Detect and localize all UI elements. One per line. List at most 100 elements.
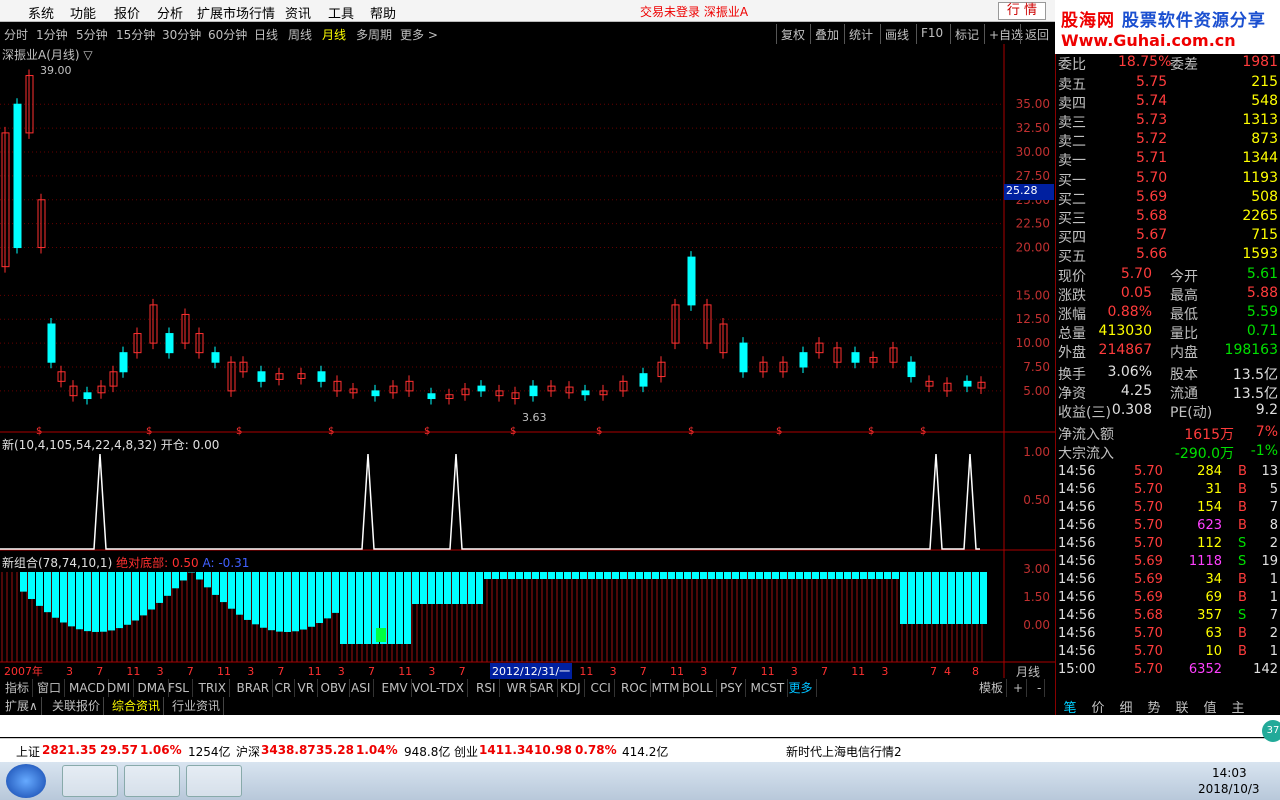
period-month[interactable]: 月线 bbox=[322, 26, 346, 43]
period-day[interactable]: 日线 bbox=[254, 26, 278, 43]
indicator-tab[interactable]: VOL-TDX bbox=[409, 679, 468, 697]
indicator-tab[interactable]: CCI bbox=[588, 679, 615, 697]
ind2-cyanbar bbox=[116, 572, 123, 629]
ind2-cyanbar bbox=[748, 572, 755, 579]
sh-name: 上证 bbox=[16, 745, 41, 759]
tick-time: 14:56 bbox=[1058, 536, 1096, 551]
indicator-tab[interactable]: FSL bbox=[165, 679, 193, 697]
menu-news[interactable]: 资讯 bbox=[285, 3, 311, 22]
indicator-tab[interactable]: KDJ bbox=[557, 679, 585, 697]
menu-system[interactable]: 系统 bbox=[28, 3, 54, 22]
price-tick: 15.00 bbox=[1016, 288, 1050, 302]
ind2-cyanbar bbox=[164, 572, 171, 596]
indicator-tab[interactable]: BOLL bbox=[679, 679, 717, 697]
stat2-value: 0.308 bbox=[1111, 402, 1152, 418]
period-week[interactable]: 周线 bbox=[288, 26, 312, 43]
menu-analysis[interactable]: 分析 bbox=[157, 3, 183, 22]
menu-function[interactable]: 功能 bbox=[70, 3, 96, 22]
indicator-tab[interactable]: OBV bbox=[318, 679, 351, 697]
notify-badge[interactable]: 37 bbox=[1262, 720, 1280, 742]
stat-value2: 0.71 bbox=[1246, 323, 1278, 339]
menu-quote[interactable]: 报价 bbox=[114, 3, 140, 22]
dividend-mark: $ bbox=[688, 426, 694, 437]
ind2-cyanbar bbox=[708, 572, 715, 579]
quote-tab[interactable]: 主 bbox=[1224, 697, 1252, 716]
btn-back[interactable]: 返回 bbox=[1020, 24, 1053, 44]
ind2-cyanbar bbox=[964, 572, 971, 624]
dividend-mark: $ bbox=[920, 426, 926, 437]
info-tab[interactable]: 行业资讯 bbox=[169, 697, 225, 715]
indicator-tab[interactable]: 窗口 bbox=[34, 679, 66, 697]
indicator-tab[interactable]: 指标 bbox=[2, 679, 34, 697]
tick-row: 14:56 5.70 154 B 7 bbox=[1058, 500, 1278, 519]
ind2-cyanbar bbox=[364, 572, 371, 644]
paint-icon[interactable] bbox=[186, 765, 242, 797]
indicator-tab[interactable]: ASI bbox=[348, 679, 375, 697]
tick-count: 7 bbox=[1269, 608, 1278, 623]
period-more[interactable]: 更多 > bbox=[400, 26, 438, 43]
ind2-cyanbar bbox=[44, 572, 51, 613]
template-tab[interactable]: - bbox=[1034, 679, 1046, 697]
period-15min[interactable]: 15分钟 bbox=[116, 26, 155, 43]
start-icon[interactable] bbox=[6, 764, 46, 798]
ind2-cyanbar bbox=[356, 572, 363, 644]
indicator-tab[interactable]: TRIX bbox=[196, 679, 230, 697]
btn-f10[interactable]: F10 bbox=[916, 24, 947, 44]
info-tab[interactable]: 综合资讯 bbox=[109, 697, 165, 715]
kline-chart[interactable]: 35.0032.5030.0027.5025.0022.5020.0015.00… bbox=[0, 44, 1055, 678]
indicator-tab[interactable]: PSY bbox=[717, 679, 747, 697]
quote-tab[interactable]: 值 bbox=[1196, 697, 1224, 716]
indicator-tab[interactable]: EMV bbox=[379, 679, 412, 697]
period-30min[interactable]: 30分钟 bbox=[162, 26, 201, 43]
info-tab[interactable]: 扩展∧ bbox=[2, 697, 42, 715]
indicator-tab[interactable]: MACD bbox=[66, 679, 109, 697]
indicator-tab[interactable]: BRAR bbox=[234, 679, 274, 697]
template-tab[interactable]: + bbox=[1010, 679, 1028, 697]
ind2-cyanbar bbox=[884, 572, 891, 579]
menu-ext-market[interactable]: 扩展市场行情 bbox=[197, 3, 275, 22]
indicator-tab[interactable]: RSI bbox=[473, 679, 500, 697]
sz-chg: 35.28 bbox=[316, 743, 354, 757]
btn-fuquan[interactable]: 复权 bbox=[776, 24, 809, 44]
stat-value2: 198163 bbox=[1224, 342, 1278, 358]
ind2-cyanbar bbox=[956, 572, 963, 624]
indicator-tab[interactable]: VR bbox=[295, 679, 319, 697]
ind2-cyanbar bbox=[844, 572, 851, 579]
period-5min[interactable]: 5分钟 bbox=[76, 26, 108, 43]
info-tab[interactable]: 关联报价 bbox=[49, 697, 105, 715]
quote-tab[interactable]: 价 bbox=[1084, 697, 1112, 716]
indicator-tab[interactable]: 更多 bbox=[786, 679, 817, 697]
bid-3-vol: 2265 bbox=[1242, 208, 1278, 224]
btn-biaoji[interactable]: 标记 bbox=[950, 24, 983, 44]
period-multi[interactable]: 多周期 bbox=[356, 26, 392, 43]
btn-diejia[interactable]: 叠加 bbox=[810, 24, 843, 44]
ind2-cyanbar bbox=[396, 572, 403, 644]
indicator-tab[interactable]: ROC bbox=[618, 679, 652, 697]
template-tab[interactable]: 模板 bbox=[976, 679, 1008, 697]
tick-vol: 154 bbox=[1197, 500, 1222, 515]
indicator-tab[interactable]: SAR bbox=[527, 679, 558, 697]
quote-tab[interactable]: 笔 bbox=[1056, 697, 1084, 716]
menu-tools[interactable]: 工具 bbox=[328, 3, 354, 22]
ask-5-label: 卖五 bbox=[1058, 77, 1086, 93]
indicator-tab[interactable]: DMI bbox=[104, 679, 135, 697]
indicator-tab[interactable]: MCST bbox=[748, 679, 789, 697]
period-60min[interactable]: 60分钟 bbox=[208, 26, 247, 43]
newtimes-icon[interactable] bbox=[62, 765, 118, 797]
quote-tab[interactable]: 势 bbox=[1140, 697, 1168, 716]
period-fenshi[interactable]: 分时 bbox=[4, 26, 28, 43]
tick-side: S bbox=[1238, 608, 1247, 623]
ind2-cyanbar bbox=[612, 572, 619, 579]
ie-icon[interactable] bbox=[124, 765, 180, 797]
quote-button[interactable]: 行 情 bbox=[998, 2, 1046, 20]
stat2-value2: 13.5亿 bbox=[1232, 367, 1278, 383]
indicator-tab[interactable]: CR bbox=[272, 679, 296, 697]
menu-help[interactable]: 帮助 bbox=[370, 3, 396, 22]
period-1min[interactable]: 1分钟 bbox=[36, 26, 68, 43]
btn-huaxian[interactable]: 画线 bbox=[880, 24, 913, 44]
ind2-cyanbar bbox=[732, 572, 739, 579]
x-tick: 11 bbox=[308, 665, 322, 678]
quote-tab[interactable]: 联 bbox=[1168, 697, 1196, 716]
quote-tab[interactable]: 细 bbox=[1112, 697, 1140, 716]
btn-tongji[interactable]: 统计 bbox=[844, 24, 877, 44]
